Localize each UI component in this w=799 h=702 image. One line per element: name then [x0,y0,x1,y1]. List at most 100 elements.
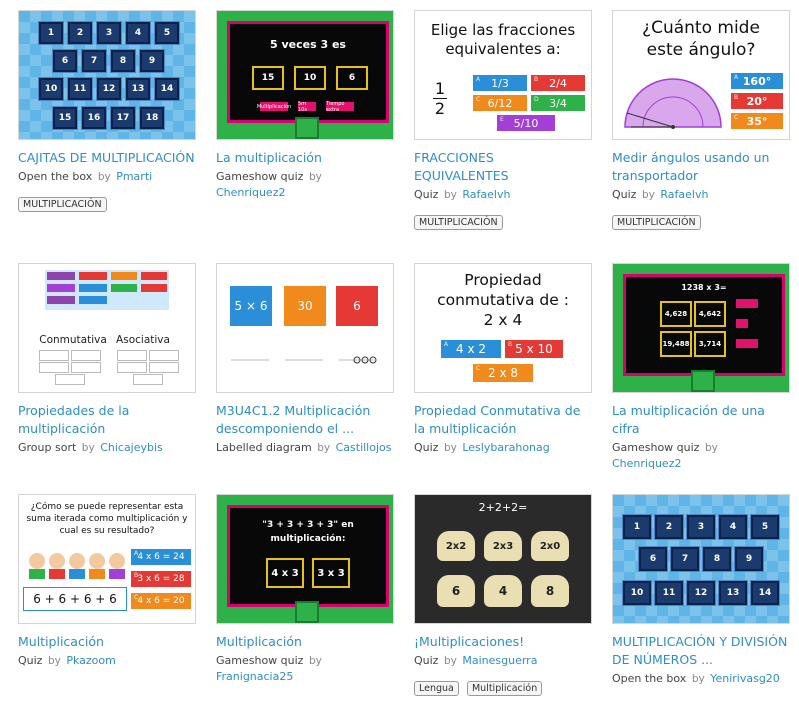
activity-card[interactable]: ¿Cuánto mide este ángulo? A 160° B 20° C 35… [612,10,790,230]
activity-type: Labelled diagram [216,441,312,454]
activity-card[interactable]: 1 2 3 4 5 6 7 8 9 10 11 12 13 14 15 16 1… [18,10,196,212]
thumbnail[interactable]: 5 veces 3 es 15 10 6 Multiplicación 5m 1… [216,10,394,140]
by-label: by [308,171,322,183]
thumbnail[interactable]: 1238 x 3= 4,628 4,642 19,488 3,714 [612,263,790,393]
activity-meta: Gameshow quiz by Chenriquez2 [216,169,394,200]
tag[interactable]: MULTIPLICACIÓN [612,215,701,230]
box-tile: 4 [719,515,747,539]
box-tile: 9 [735,547,763,571]
activity-title[interactable]: Medir ángulos usando un transportador [612,149,790,185]
thumbnail[interactable]: Propiedad conmutativa de : 2 x 4 A4 x 2 … [414,263,592,393]
box-tile: 5 [155,22,179,44]
activity-title[interactable]: MULTIPLICACIÓN Y DIVISIÓN DE NÚMEROS ... [612,633,790,669]
activity-title[interactable]: CAJITAS DE MULTIPLICACIÓN [18,149,196,167]
activity-title[interactable]: La multiplicación [216,149,394,167]
author-link[interactable]: Chenriquez2 [216,186,285,199]
thumbnail[interactable]: 1 2 3 4 5 6 7 8 9 10 11 12 13 14 [612,494,790,624]
option-a: A4 x 6 = 24 [131,549,191,565]
thumbnail[interactable]: 1 2 3 4 5 6 7 8 9 10 11 12 13 14 15 16 1… [18,10,196,140]
thumbnail[interactable]: 5 × 6 30 6 [216,263,394,393]
activity-card[interactable]: 5 × 6 30 6 M3U4C1.2 Multiplicación desco… [216,263,394,456]
option-c: C 35° [731,113,783,129]
activity-title[interactable]: Multiplicación [18,633,196,651]
author-link[interactable]: Pkazoom [66,654,116,667]
author-link[interactable]: Rafaelvh [660,188,708,201]
skull-option: 8 [531,575,569,607]
activity-title[interactable]: La multiplicación de una cifra [612,402,790,438]
activity-type: Group sort [18,441,77,454]
author-link[interactable]: Rafaelvh [462,188,510,201]
activity-card[interactable]: Propiedad conmutativa de : 2 x 4 A4 x 2 … [414,263,592,456]
author-link[interactable]: Castillojos [336,441,392,454]
box-tile: 6 [53,50,77,72]
activity-type: Quiz [414,441,439,454]
question-heading: Propiedad conmutativa de : 2 x 4 [437,271,569,329]
by-label: by [443,655,457,667]
activity-meta: Group sort by Chicajeybis [18,440,196,456]
thumbnail[interactable]: ¿Cómo se puede representar esta suma ite… [18,494,196,624]
answer-box: 10 [294,66,326,90]
activity-card[interactable]: 1238 x 3= 4,628 4,642 19,488 3,714 La mu… [612,263,790,471]
label-pill: Multiplicación [256,102,292,111]
author-link[interactable]: Leslybarahonag [462,441,549,454]
answer-box: 4,642 [694,301,726,327]
activity-card[interactable]: Conmutativa Asociativa Propiedades de la… [18,263,196,456]
activity-card[interactable]: ¿Cómo se puede representar esta suma ite… [18,494,196,669]
activity-title[interactable]: ¡Multiplicaciones! [414,633,592,651]
tag[interactable]: MULTIPLICACIÓN [414,215,503,230]
box-tile: 10 [623,581,651,605]
activity-card[interactable]: 2+2+2= 2x2 2x3 2x0 6 4 8 ¡Multiplicacion… [414,494,592,696]
protractor-icon [624,78,722,129]
author-link[interactable]: Mainesguerra [462,654,537,667]
activity-title[interactable]: M3U4C1.2 Multiplicación descomponiendo e… [216,402,394,438]
activity-grid: 1 2 3 4 5 6 7 8 9 10 11 12 13 14 15 16 1… [0,0,799,702]
box-tile: 10 [39,78,63,100]
box-tile: 2 [655,515,683,539]
activity-meta: Quiz by Rafaelvh [612,187,790,203]
activity-card[interactable]: 5 veces 3 es 15 10 6 Multiplicación 5m 1… [216,10,394,200]
box-tile: 11 [68,78,92,100]
option-c: C2 x 8 [473,364,533,382]
answer-box: 15 [252,66,284,90]
box-tile: 4 [126,22,150,44]
author-link[interactable]: Chenriquez2 [612,457,681,470]
activity-type: Gameshow quiz [216,654,304,667]
option-c: C 6/12 [473,95,527,111]
author-link[interactable]: Pmarti [116,170,152,183]
author-link[interactable]: Franignacia25 [216,670,293,683]
activity-title[interactable]: FRACCIONES EQUIVALENTES [414,149,592,185]
activity-card[interactable]: "3 + 3 + 3 + 3" en multiplicación: 4 x 3… [216,494,394,684]
skull-option: 2x2 [437,531,475,561]
box-tile: 13 [126,78,150,100]
thumbnail[interactable]: "3 + 3 + 3 + 3" en multiplicación: 4 x 3… [216,494,394,624]
activity-title[interactable]: Propiedad Conmutativa de la multiplicaci… [414,402,592,438]
activity-card[interactable]: 1 2 3 4 5 6 7 8 9 10 11 12 13 14 MULTIPL… [612,494,790,687]
activity-type: Quiz [414,654,439,667]
box-tile: 13 [719,581,747,605]
author-link[interactable]: Yenirivasg20 [710,672,780,685]
thumbnail[interactable]: 2+2+2= 2x2 2x3 2x0 6 4 8 [414,494,592,624]
box-tile: 14 [155,78,179,100]
activity-title[interactable]: Multiplicación [216,633,394,651]
option-e: E 5/10 [497,115,555,131]
tag[interactable]: Lengua [414,681,459,696]
author-link[interactable]: Chicajeybis [100,441,163,454]
option-b: B3 x 6 = 28 [131,571,191,587]
box-tile: 1 [39,22,63,44]
box-tile: 11 [655,581,683,605]
tag[interactable]: Multiplicación [466,681,543,696]
activity-type: Quiz [18,654,43,667]
thumbnail[interactable]: Conmutativa Asociativa [18,263,196,393]
activity-meta: Quiz by Pkazoom [18,653,196,669]
box-tile: 16 [82,107,106,129]
sum-box: 6 + 6 + 6 + 6 [23,587,127,611]
box-tile: 3 [687,515,715,539]
thumbnail[interactable]: Elige las fracciones equivalentes a: 1 2… [414,10,592,140]
by-label: by [691,673,705,685]
thumbnail[interactable]: ¿Cuánto mide este ángulo? A 160° B 20° C 35… [612,10,790,140]
activity-title[interactable]: Propiedades de la multiplicación [18,402,196,438]
activity-type: Open the box [18,170,93,183]
tag[interactable]: MULTIPLICACIÓN [18,197,107,212]
by-label: by [97,171,111,183]
activity-card[interactable]: Elige las fracciones equivalentes a: 1 2… [414,10,592,230]
